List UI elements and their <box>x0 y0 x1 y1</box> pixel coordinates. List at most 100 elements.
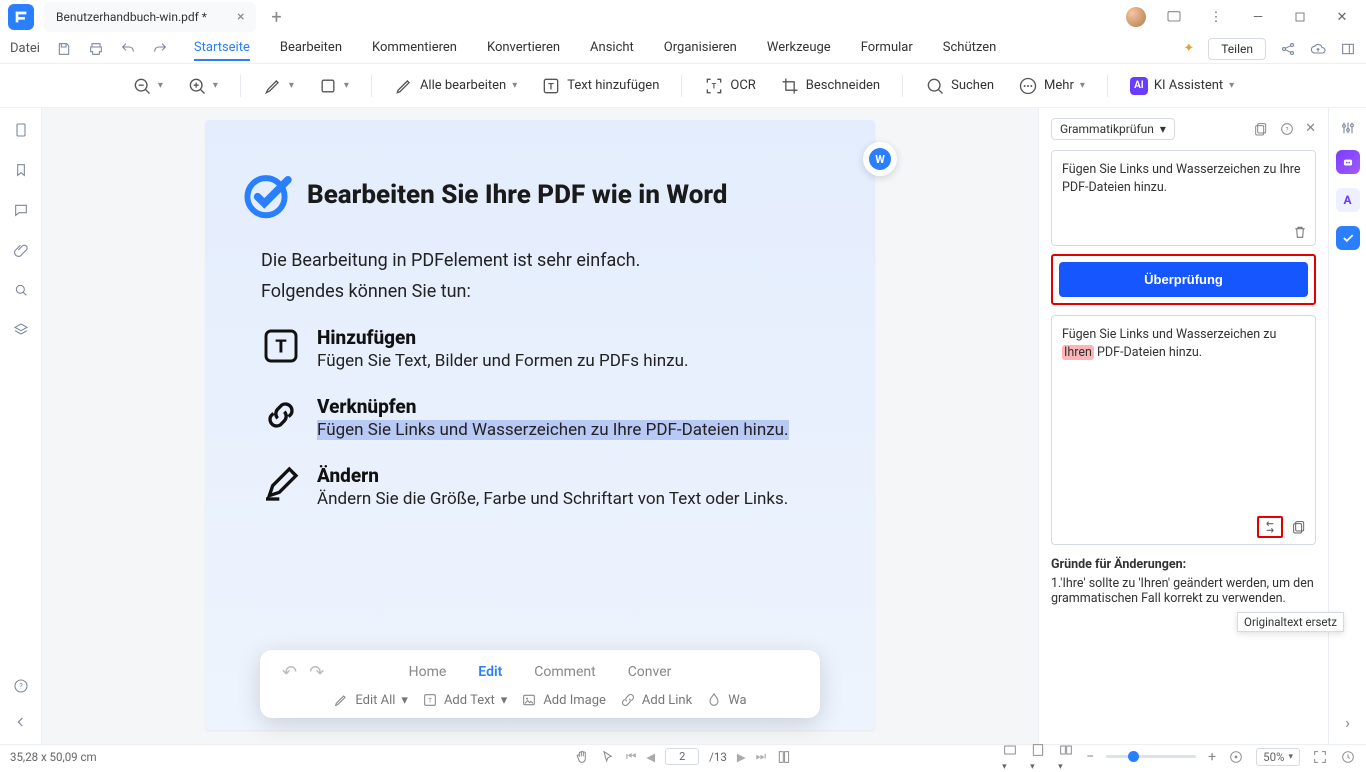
file-menu[interactable]: Datei <box>10 41 40 56</box>
more-button[interactable]: Mehr▾ <box>1010 72 1093 100</box>
ai-letter-icon[interactable]: A <box>1336 188 1360 212</box>
zoom-out-icon[interactable]: − <box>1086 749 1094 765</box>
float-add-image[interactable]: Add Image <box>521 692 606 708</box>
ai-assist-button[interactable]: AIKI Assistent▾ <box>1122 73 1242 99</box>
ai-check-icon[interactable] <box>1336 226 1360 250</box>
zoom-reset-icon[interactable] <box>1228 749 1244 765</box>
undo-icon[interactable] <box>120 41 136 57</box>
view-mode-icon[interactable]: ▾ <box>1030 742 1046 772</box>
float-tab-comment[interactable]: Comment <box>532 658 597 686</box>
bookmarks-icon[interactable] <box>13 162 29 178</box>
tab-startseite[interactable]: Startseite <box>194 36 250 61</box>
svg-text:T: T <box>712 81 717 90</box>
page-number-input[interactable]: 2 <box>665 748 699 765</box>
clock-icon[interactable] <box>1340 749 1356 765</box>
float-add-link[interactable]: Add Link <box>620 692 692 708</box>
layers-icon[interactable] <box>13 322 29 338</box>
float-edit-all[interactable]: Edit All ▾ <box>333 692 408 708</box>
ai-input-text[interactable]: Fügen Sie Links und Wasserzeichen zu Ihr… <box>1051 150 1316 246</box>
page-layout-icon[interactable] <box>776 749 792 765</box>
svg-text:T: T <box>548 82 554 92</box>
adjustments-icon[interactable] <box>1340 120 1356 136</box>
add-text-button[interactable]: TText hinzufügen <box>533 72 667 100</box>
next-page-icon[interactable]: ▶ <box>737 750 746 764</box>
modify-feature-icon <box>261 464 301 504</box>
tab-formular[interactable]: Formular <box>861 36 913 61</box>
pdf-page: W Bearbeiten Sie Ihre PDF wie in Word Di… <box>205 120 875 730</box>
fullscreen-icon[interactable] <box>1312 749 1328 765</box>
document-viewport[interactable]: W Bearbeiten Sie Ihre PDF wie in Word Di… <box>42 108 1038 744</box>
tab-organisieren[interactable]: Organisieren <box>664 36 737 61</box>
new-tab-button[interactable]: + <box>262 3 290 31</box>
lightbulb-icon[interactable]: ✦ <box>1183 41 1194 56</box>
zoom-out-button[interactable]: ▾ <box>124 72 171 100</box>
tab-schuetzen[interactable]: Schützen <box>943 36 997 61</box>
comments-icon[interactable] <box>13 202 29 218</box>
link-feature-icon <box>261 395 301 435</box>
document-tab[interactable]: Benutzerhandbuch-win.pdf * × <box>44 2 256 32</box>
hand-tool-icon[interactable] <box>574 749 590 765</box>
tab-bearbeiten[interactable]: Bearbeiten <box>280 36 342 61</box>
zoom-percent-select[interactable]: 50%▾ <box>1256 748 1300 766</box>
crop-button[interactable]: Beschneiden <box>772 72 888 100</box>
left-sidebar: ? <box>0 108 42 744</box>
tab-konvertieren[interactable]: Konvertieren <box>487 36 560 61</box>
zoom-in-button[interactable]: ▾ <box>179 72 226 100</box>
print-icon[interactable] <box>88 41 104 57</box>
search-panel-icon[interactable] <box>13 282 29 298</box>
prev-page-icon[interactable]: ◀ <box>646 750 655 764</box>
trash-icon[interactable] <box>1292 224 1308 240</box>
tab-kommentieren[interactable]: Kommentieren <box>372 36 457 61</box>
redo-icon[interactable] <box>152 41 168 57</box>
tab-ansicht[interactable]: Ansicht <box>590 36 634 61</box>
collapse-left-icon[interactable] <box>13 714 29 730</box>
window-maximize-icon[interactable] <box>1286 3 1314 31</box>
search-button[interactable]: Suchen <box>917 72 1002 100</box>
float-tab-convert[interactable]: Conver <box>626 658 674 686</box>
help-icon[interactable]: ? <box>13 678 29 694</box>
float-tab-edit[interactable]: Edit <box>476 658 504 686</box>
save-icon[interactable] <box>56 41 72 57</box>
user-avatar[interactable] <box>1126 7 1146 27</box>
window-close-icon[interactable]: ✕ <box>1328 3 1356 31</box>
thumbnails-icon[interactable] <box>13 122 29 138</box>
float-undo-icon[interactable]: ↶ <box>282 662 297 683</box>
copy-result-icon[interactable] <box>1291 519 1307 535</box>
select-tool-icon[interactable] <box>600 749 616 765</box>
ai-help-icon[interactable]: ? <box>1279 121 1295 137</box>
grammar-check-button[interactable]: Überprüfung <box>1059 262 1308 297</box>
ai-robot-icon[interactable] <box>1336 150 1360 174</box>
zoom-slider[interactable] <box>1106 755 1196 758</box>
float-redo-icon[interactable]: ↷ <box>309 662 324 683</box>
kebab-menu-icon[interactable]: ⋮ <box>1202 3 1230 31</box>
ai-copy-icon[interactable] <box>1253 121 1269 137</box>
edit-all-button[interactable]: Alle bearbeiten▾ <box>386 72 525 100</box>
close-tab-icon[interactable]: × <box>237 9 244 25</box>
attachments-icon[interactable] <box>13 242 29 258</box>
share-button[interactable]: Teilen <box>1208 38 1266 60</box>
shape-button[interactable]: ▾ <box>310 72 357 100</box>
read-mode-icon[interactable]: ▾ <box>1058 742 1074 772</box>
share-network-icon[interactable] <box>1280 41 1296 57</box>
panel-toggle-icon[interactable] <box>1340 41 1356 57</box>
zoom-in-icon[interactable]: + <box>1208 749 1216 765</box>
collapse-right-icon[interactable]: › <box>1345 713 1350 732</box>
selected-text[interactable]: Fügen Sie Links und Wasserzeichen zu Ihr… <box>317 420 789 440</box>
feedback-icon[interactable] <box>1160 3 1188 31</box>
app-logo <box>8 4 34 30</box>
float-watermark[interactable]: Wa <box>706 692 746 708</box>
ocr-button[interactable]: TOCR <box>696 72 763 100</box>
float-add-text[interactable]: TAdd Text ▾ <box>422 692 507 708</box>
replace-original-icon[interactable] <box>1257 516 1283 538</box>
first-page-icon[interactable]: ⏮ <box>626 749 636 764</box>
ai-close-icon[interactable]: ✕ <box>1305 121 1316 137</box>
highlighter-button[interactable]: ▾ <box>255 72 302 100</box>
tab-werkzeuge[interactable]: Werkzeuge <box>767 36 831 61</box>
cloud-upload-icon[interactable] <box>1310 41 1326 57</box>
last-page-icon[interactable]: ⏭ <box>756 749 766 764</box>
fit-width-icon[interactable]: ▾ <box>1002 742 1018 772</box>
word-export-badge[interactable]: W <box>863 142 897 176</box>
ai-mode-select[interactable]: Grammatikprüfun▾ <box>1051 118 1175 140</box>
float-tab-home[interactable]: Home <box>407 658 449 686</box>
window-minimize-icon[interactable]: — <box>1244 3 1272 31</box>
